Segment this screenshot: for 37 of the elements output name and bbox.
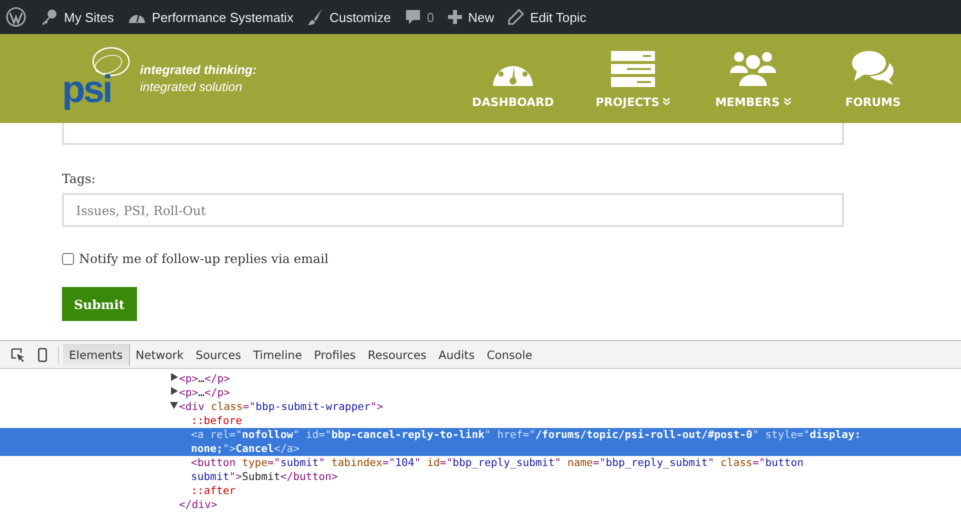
tags-label: Tags: <box>62 171 96 186</box>
comment-icon <box>404 9 421 25</box>
key-icon <box>40 8 58 26</box>
notify-label: Notify me of follow-up replies via email <box>79 251 328 266</box>
devtools-tab[interactable]: Resources <box>362 344 433 366</box>
code-line: <button type="submit" tabindex="104" id="bbp_reply_submit" name="bbp_reply_submit" class="button submit">Submit</button> <box>191 456 804 484</box>
admin-bar-item[interactable]: Performance Systematix <box>128 9 294 25</box>
gauge-icon <box>491 64 535 86</box>
admin-bar-item[interactable]: New <box>448 10 494 24</box>
notify-checkbox[interactable] <box>62 252 74 264</box>
wordpress-menu[interactable] <box>6 7 26 27</box>
brush-icon <box>307 8 324 26</box>
plus-icon <box>448 10 462 24</box>
devtools-tab[interactable]: Profiles <box>308 344 362 366</box>
code-line: </div> <box>179 498 218 512</box>
devtools-tab[interactable]: Sources <box>190 344 248 366</box>
code-line: ::before <box>191 414 242 428</box>
admin-bar-item[interactable]: Customize <box>307 8 391 26</box>
admin-bar-item[interactable]: My Sites <box>40 8 114 26</box>
code-line: <p>…</p> <box>179 386 230 400</box>
tags-input[interactable]: Issues, PSI, Roll-Out <box>62 193 844 227</box>
pencil-icon <box>508 9 524 25</box>
devtools-tab[interactable]: Elements <box>63 344 130 366</box>
chat-bubbles-icon <box>851 48 895 86</box>
code-line: ::after <box>191 484 236 498</box>
logo-tagline: integrated thinking: integrated solution <box>140 62 257 96</box>
submit-button[interactable]: Submit <box>62 287 137 321</box>
admin-bar-item[interactable]: Edit Topic <box>508 9 586 25</box>
devtools-tab[interactable]: Timeline <box>247 344 308 366</box>
devtools-tab[interactable]: Audits <box>432 344 481 366</box>
code-line: <p>…</p> <box>179 372 230 386</box>
server-stack-icon <box>611 50 655 86</box>
devtools-tab[interactable]: Console <box>480 344 538 366</box>
devtools-tab[interactable]: Network <box>130 344 190 366</box>
code-line: <a rel="nofollow" id="bbp-cancel-reply-to-link" href="/forums/topic/psi-roll-out/#post-0" style="display: none;">Cancel</a> <box>191 428 862 456</box>
code-line: <div class="bbp-submit-wrapper"> <box>179 400 384 414</box>
admin-bar-item[interactable]: 0 <box>404 9 434 25</box>
